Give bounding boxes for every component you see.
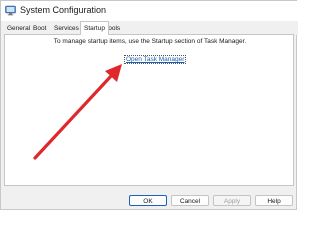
tab-startup[interactable]: Startup [80, 21, 109, 35]
apply-button: Apply [213, 195, 251, 206]
tab-strip: General Boot Services Startup Tools [1, 21, 298, 35]
open-task-manager-link[interactable]: Open Task Manager [124, 55, 187, 64]
system-configuration-icon [5, 5, 16, 16]
cancel-button[interactable]: Cancel [171, 195, 209, 206]
system-configuration-window: System Configuration General Boot Servic… [0, 0, 298, 210]
help-button[interactable]: Help [255, 195, 293, 206]
tab-general[interactable]: General [7, 23, 30, 34]
window-title: System Configuration [20, 5, 107, 15]
startup-tab-panel: To manage startup items, use the Startup… [4, 34, 294, 186]
tab-boot[interactable]: Boot [33, 23, 46, 34]
title-bar: System Configuration [1, 1, 298, 21]
ok-button[interactable]: OK [129, 195, 167, 206]
startup-info-text: To manage startup items, use the Startup… [53, 38, 247, 45]
tab-services[interactable]: Services [54, 23, 79, 34]
